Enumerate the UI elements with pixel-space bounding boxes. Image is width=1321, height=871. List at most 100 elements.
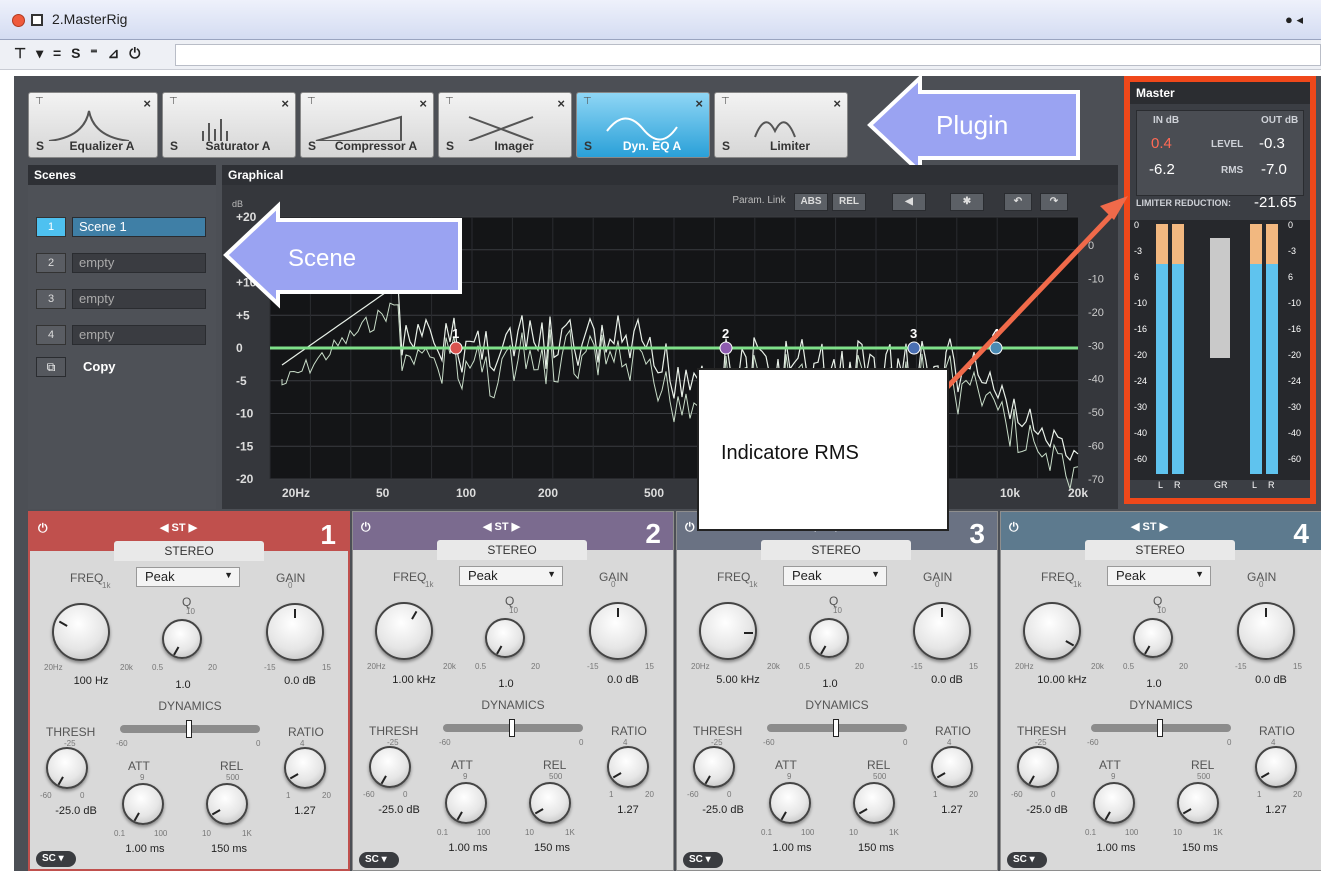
q-knob[interactable] xyxy=(1133,618,1173,658)
sidechain-button[interactable]: SC ▾ xyxy=(683,852,723,868)
scene-number[interactable]: 1 xyxy=(36,217,66,237)
ratio-knob[interactable] xyxy=(931,746,973,788)
sidechain-button[interactable]: SC ▾ xyxy=(36,851,76,867)
plugin-slot-1[interactable]: ⊤ × S Equalizer A xyxy=(28,92,158,158)
att-knob[interactable] xyxy=(445,782,487,824)
thresh-knob[interactable] xyxy=(369,746,411,788)
eq-band-node-1[interactable] xyxy=(449,341,463,355)
freq-knob[interactable] xyxy=(375,602,433,660)
rel-knob[interactable] xyxy=(853,782,895,824)
plugin-solo-button[interactable]: S xyxy=(170,139,178,153)
scene-name[interactable]: empty xyxy=(72,289,206,309)
ratio-min-label: 1 xyxy=(1257,790,1262,799)
plugin-slot-6[interactable]: ⊤ × S Limiter xyxy=(714,92,848,158)
q-knob[interactable] xyxy=(162,619,202,659)
q-top-label: 10 xyxy=(509,606,518,615)
dynamics-slider-thumb[interactable] xyxy=(186,720,192,738)
stereo-mode-tab[interactable]: STEREO xyxy=(114,541,264,561)
dynamics-slider[interactable] xyxy=(767,719,907,737)
gain-knob[interactable] xyxy=(589,602,647,660)
scene-slot-4[interactable]: 4 empty xyxy=(36,325,206,345)
ratio-knob[interactable] xyxy=(607,746,649,788)
ratio-min-label: 1 xyxy=(933,790,938,799)
scene-number[interactable]: 2 xyxy=(36,253,66,273)
channel-selector[interactable]: ◀ ST ▶ xyxy=(483,520,520,533)
freq-min-label: 20Hz xyxy=(1015,662,1034,671)
dynamics-slider-thumb[interactable] xyxy=(509,719,515,737)
rel-knob[interactable] xyxy=(206,783,248,825)
filter-type-select[interactable]: Peak ▼ xyxy=(1107,566,1211,586)
eq-band-node-4[interactable] xyxy=(989,341,1003,355)
eq-band-node-3[interactable] xyxy=(907,341,921,355)
sidechain-button[interactable]: SC ▾ xyxy=(359,852,399,868)
scene-name[interactable]: empty xyxy=(72,325,206,345)
plugin-slot-5[interactable]: ⊤ × S Dyn. EQ A xyxy=(576,92,710,158)
band-power-icon[interactable]: ⏻ xyxy=(685,520,695,535)
sidechain-button[interactable]: SC ▾ xyxy=(1007,852,1047,868)
dynamics-slider-thumb[interactable] xyxy=(1157,719,1163,737)
toolbar-tools[interactable]: ⊤ ▾ = S ⁼ ⊿ ⏻ xyxy=(14,45,143,62)
att-knob[interactable] xyxy=(122,783,164,825)
rel-knob[interactable] xyxy=(529,782,571,824)
band-power-icon[interactable]: ⏻ xyxy=(361,520,371,535)
plugin-slot-2[interactable]: ⊤ × S Saturator A xyxy=(162,92,296,158)
filter-type-select[interactable]: Peak ▼ xyxy=(136,567,240,587)
scene-number[interactable]: 3 xyxy=(36,289,66,309)
freq-knob[interactable] xyxy=(52,603,110,661)
plugin-solo-button[interactable]: S xyxy=(446,139,454,153)
thresh-knob[interactable] xyxy=(1017,746,1059,788)
limiter-reduction-value: -21.65 xyxy=(1254,194,1297,211)
scene-name[interactable]: empty xyxy=(72,253,206,273)
gain-top-label: 0 xyxy=(935,580,940,589)
toolbar-field[interactable] xyxy=(175,44,1321,66)
thresh-knob[interactable] xyxy=(46,747,88,789)
rel-knob[interactable] xyxy=(1177,782,1219,824)
filter-type-select[interactable]: Peak ▼ xyxy=(459,566,563,586)
gain-knob[interactable] xyxy=(1237,602,1295,660)
att-value: 1.00 ms xyxy=(772,842,812,854)
q-knob[interactable] xyxy=(809,618,849,658)
dynamics-slider[interactable] xyxy=(120,720,260,738)
meter-scale-label-right: -20 xyxy=(1288,350,1301,360)
stereo-mode-tab[interactable]: STEREO xyxy=(437,540,587,560)
band-power-icon[interactable]: ⏻ xyxy=(1009,520,1019,535)
dynamics-slider[interactable] xyxy=(1091,719,1231,737)
channel-selector[interactable]: ◀ ST ▶ xyxy=(1131,520,1168,533)
plugin-solo-button[interactable]: S xyxy=(36,139,44,153)
filter-type-select[interactable]: Peak ▼ xyxy=(783,566,887,586)
dynamics-slider[interactable] xyxy=(443,719,583,737)
gain-knob[interactable] xyxy=(913,602,971,660)
plugin-solo-button[interactable]: S xyxy=(722,139,730,153)
ratio-knob[interactable] xyxy=(1255,746,1297,788)
titlebar-controls-icon[interactable]: ● ◂ xyxy=(1285,12,1303,28)
ratio-max-label: 20 xyxy=(322,791,331,800)
scene-name[interactable]: Scene 1 xyxy=(72,217,206,237)
stereo-mode-tab[interactable]: STEREO xyxy=(1085,540,1235,560)
scene-slot-2[interactable]: 2 empty xyxy=(36,253,206,273)
ratio-label: RATIO xyxy=(288,725,324,739)
ratio-knob[interactable] xyxy=(284,747,326,789)
meter-scale-label-left: 0 xyxy=(1134,220,1139,230)
scene-slot-1[interactable]: 1 Scene 1 xyxy=(36,217,206,237)
freq-knob[interactable] xyxy=(1023,602,1081,660)
close-window-button[interactable] xyxy=(12,14,25,27)
scene-number[interactable]: 4 xyxy=(36,325,66,345)
band-power-icon[interactable]: ⏻ xyxy=(38,521,48,536)
plugin-slot-4[interactable]: ⊤ × S Imager xyxy=(438,92,572,158)
q-knob[interactable] xyxy=(485,618,525,658)
plugin-slot-3[interactable]: ⊤ × S Compressor A xyxy=(300,92,434,158)
att-knob[interactable] xyxy=(1093,782,1135,824)
dynamics-slider-thumb[interactable] xyxy=(833,719,839,737)
plugin-solo-button[interactable]: S xyxy=(308,139,316,153)
freq-knob[interactable] xyxy=(699,602,757,660)
plugin-solo-button[interactable]: S xyxy=(584,139,592,153)
stereo-mode-tab[interactable]: STEREO xyxy=(761,540,911,560)
gain-knob[interactable] xyxy=(266,603,324,661)
channel-selector[interactable]: ◀ ST ▶ xyxy=(160,521,197,534)
thresh-knob[interactable] xyxy=(693,746,735,788)
filter-type-value: Peak xyxy=(468,568,498,583)
att-value: 1.00 ms xyxy=(125,843,165,855)
att-knob[interactable] xyxy=(769,782,811,824)
eq-band-node-2[interactable] xyxy=(719,341,733,355)
scene-slot-3[interactable]: 3 empty xyxy=(36,289,206,309)
